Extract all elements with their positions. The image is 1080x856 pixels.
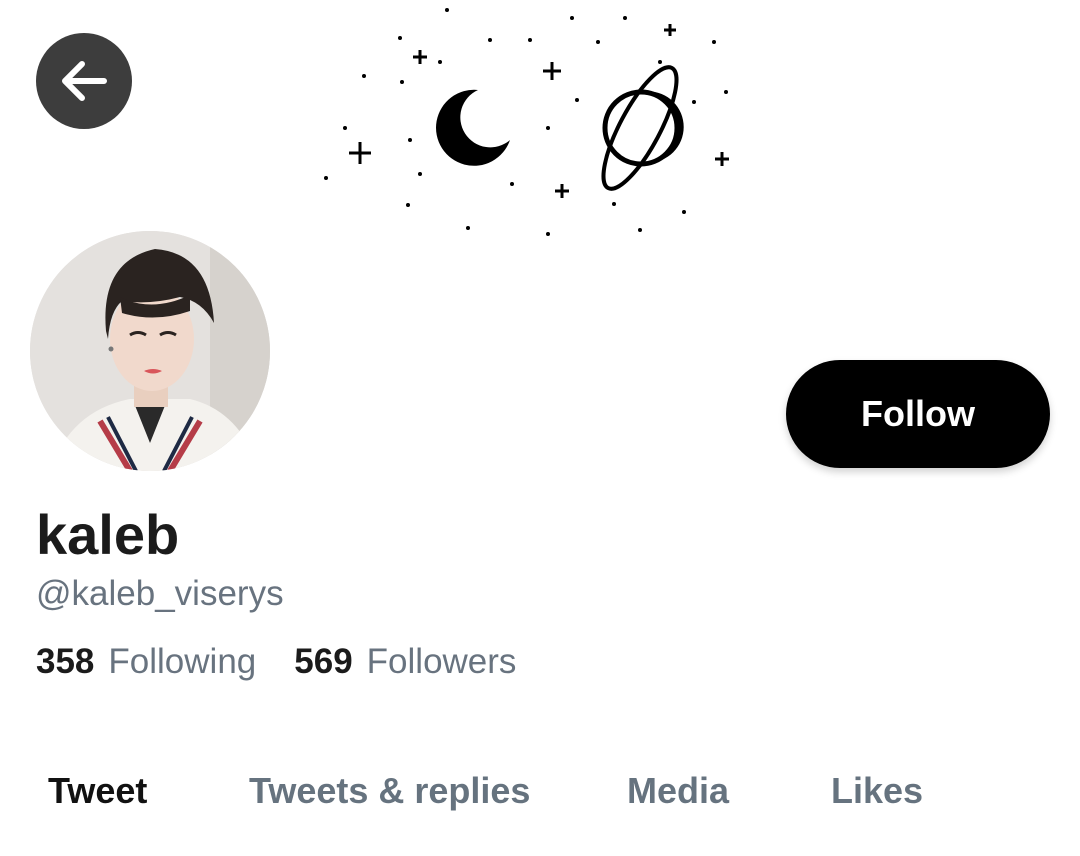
follow-button[interactable]: Follow bbox=[786, 360, 1050, 468]
arrow-left-icon bbox=[62, 61, 107, 101]
following-label: Following bbox=[108, 642, 257, 681]
followers-label: Followers bbox=[366, 642, 517, 681]
profile-tabs: Tweet Tweets & replies Media Likes bbox=[0, 764, 1080, 824]
avatar-photo bbox=[30, 231, 270, 471]
tab-media[interactable]: Media bbox=[627, 764, 729, 818]
tab-likes[interactable]: Likes bbox=[831, 764, 923, 818]
followers-count: 569 bbox=[294, 642, 353, 681]
follow-stats: 358 Following 569 Followers bbox=[36, 640, 516, 684]
followers-stat[interactable]: 569 Followers bbox=[294, 640, 516, 684]
tab-tweets-replies[interactable]: Tweets & replies bbox=[249, 764, 530, 818]
display-name: kaleb bbox=[36, 503, 180, 566]
following-count: 358 bbox=[36, 642, 95, 681]
user-handle: @kaleb_viserys bbox=[36, 574, 284, 613]
tab-tweet[interactable]: Tweet bbox=[48, 764, 147, 818]
avatar[interactable] bbox=[30, 231, 270, 471]
following-stat[interactable]: 358 Following bbox=[36, 640, 256, 684]
back-button[interactable] bbox=[36, 33, 132, 129]
pixel-space-art bbox=[324, 8, 729, 236]
